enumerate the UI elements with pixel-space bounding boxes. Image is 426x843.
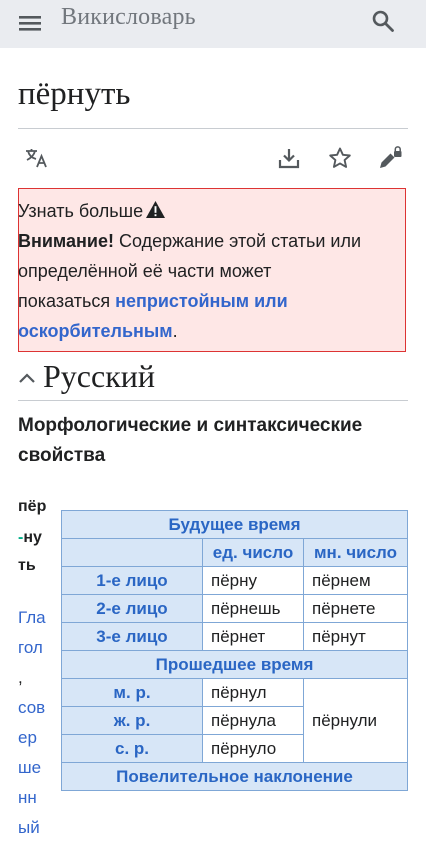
syllable-1: пёр xyxy=(18,498,47,515)
pos-line-3[interactable]: сов xyxy=(18,693,46,723)
section-title-russian[interactable]: Русский xyxy=(43,358,155,395)
conjugation-table: Будущее время ед. число мн. число 1-е ли… xyxy=(61,510,408,791)
page-title: пёрнуть xyxy=(18,76,131,112)
learn-more-row[interactable]: Узнать больше xyxy=(18,196,361,226)
offensive-link-part1[interactable]: непристойным или xyxy=(115,291,288,311)
warning-label: Внимание! xyxy=(18,231,114,251)
edit-lock-icon[interactable] xyxy=(378,146,402,170)
table-cell: пёрнул xyxy=(202,678,304,707)
warning-icon xyxy=(146,200,166,219)
download-icon[interactable] xyxy=(277,146,301,170)
table-cell: пёрнуло xyxy=(202,734,304,763)
pos-line-4[interactable]: ер xyxy=(18,723,46,753)
table-row: м. р. пёрнул пёрнули xyxy=(61,678,408,763)
warning-text-3: показаться xyxy=(18,291,116,311)
table-cell: пёрнете xyxy=(303,594,408,623)
feminine-header: ж. р. xyxy=(61,706,203,735)
table-row: 3-е лицо пёрнет пёрнут xyxy=(61,622,408,651)
star-icon[interactable] xyxy=(328,146,352,170)
pos-line-6[interactable]: нн xyxy=(18,783,46,813)
learn-more-link[interactable]: Узнать больше xyxy=(18,201,143,221)
syllable-2-row: -ну xyxy=(18,529,42,547)
warning-end: . xyxy=(172,321,178,341)
plural-header: мн. число xyxy=(303,538,408,567)
table-row: Будущее время xyxy=(61,510,408,539)
search-icon[interactable] xyxy=(371,9,395,33)
pos-comma: , xyxy=(18,668,23,687)
table-row: ед. число мн. число xyxy=(61,538,408,567)
syllable-2: ну xyxy=(23,529,42,546)
person-1-header: 1-е лицо xyxy=(61,566,203,595)
table-row: 2-е лицо пёрнешь пёрнете xyxy=(61,594,408,623)
language-icon[interactable] xyxy=(24,146,48,170)
table-cell: пёрнешь xyxy=(202,594,304,623)
hamburger-menu-icon[interactable] xyxy=(18,11,42,35)
morph-heading: Морфологические и синтаксические свойств… xyxy=(18,415,363,466)
table-row: Повелительное наклонение xyxy=(61,762,408,791)
offensive-link-part2[interactable]: оскорбительным xyxy=(18,321,173,341)
title-divider xyxy=(18,128,408,129)
syllable-3: ть xyxy=(18,557,36,574)
warning-text-2: определённой её части может xyxy=(18,261,272,281)
part-of-speech-text[interactable]: Гла гол, сов ер ше нн ый xyxy=(18,603,46,843)
table-cell: пёрнула xyxy=(202,706,304,735)
chevron-up-icon[interactable] xyxy=(18,372,36,384)
pos-line-5[interactable]: ше xyxy=(18,753,46,783)
content-warning-text: Узнать больше Внимание! Содержание этой … xyxy=(18,196,361,346)
future-tense-header: Будущее время xyxy=(61,510,408,539)
table-cell: пёрну xyxy=(202,566,304,595)
masculine-header: м. р. xyxy=(61,678,203,707)
neuter-header: с. р. xyxy=(61,734,203,763)
section-divider xyxy=(18,400,408,401)
singular-header: ед. число xyxy=(202,538,304,567)
person-3-header: 3-е лицо xyxy=(61,622,203,651)
imperative-header: Повелительное наклонение xyxy=(61,762,408,791)
pos-line-7[interactable]: ый xyxy=(18,813,46,843)
app-header: Викисловарь xyxy=(0,0,426,48)
warning-text-1: Содержание этой статьи или xyxy=(113,231,362,251)
table-row: Прошедшее время xyxy=(61,650,408,679)
past-plural-cell: пёрнули xyxy=(303,678,408,763)
site-title[interactable]: Викисловарь xyxy=(61,4,196,31)
table-corner-cell xyxy=(61,538,203,567)
pos-line-2[interactable]: гол, xyxy=(18,633,46,693)
person-2-header: 2-е лицо xyxy=(61,594,203,623)
pos-line-2-text[interactable]: гол xyxy=(18,633,46,663)
table-cell: пёрнут xyxy=(303,622,408,651)
table-cell: пёрнем xyxy=(303,566,408,595)
table-row: 1-е лицо пёрну пёрнем xyxy=(61,566,408,595)
pos-line-1[interactable]: Гла xyxy=(18,603,46,633)
past-tense-header: Прошедшее время xyxy=(61,650,408,679)
table-cell: пёрнет xyxy=(202,622,304,651)
